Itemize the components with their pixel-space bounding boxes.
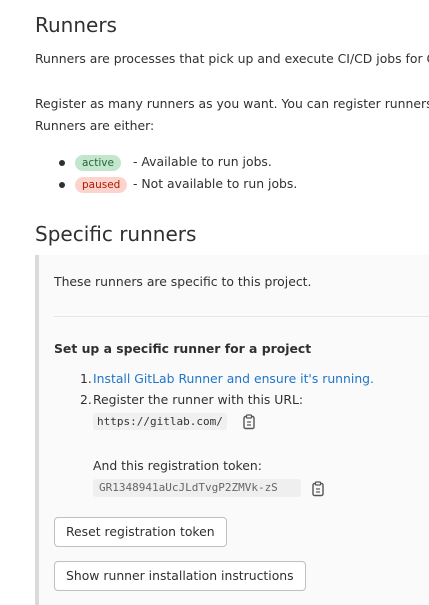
bullet [59,182,65,188]
runners-heading: Runners [35,13,117,37]
panel-description: These runners are specific to this proje… [54,274,312,289]
step-number: 2. [80,392,92,407]
specific-runners-heading: Specific runners [35,222,197,246]
clipboard-icon[interactable] [242,414,256,434]
register-text-line1: Register as many runners as you want. Yo… [35,96,429,111]
install-runner-link[interactable]: Install GitLab Runner and ensure it's ru… [93,371,374,386]
setup-title: Set up a specific runner for a project [54,341,312,356]
show-installation-instructions-button[interactable]: Show runner installation instructions [54,561,306,591]
paused-badge: paused [75,177,128,193]
bullet [59,160,65,166]
paused-description: - Not available to run jobs. [133,176,298,191]
register-step-text: Register the runner with this URL: [93,392,304,407]
token-label: And this registration token: [93,458,262,473]
runners-intro: Runners are processes that pick up and e… [35,51,429,66]
divider [54,316,429,317]
specific-runners-panel [35,255,429,605]
reset-registration-token-button[interactable]: Reset registration token [54,517,227,547]
active-description: - Available to run jobs. [133,154,272,169]
step-number: 1. [80,371,92,386]
register-text-line2: Runners are either: [35,118,155,133]
active-badge: active [75,155,121,171]
runner-url: https://gitlab.com/ [93,413,227,430]
clipboard-icon[interactable] [311,481,325,501]
registration-token: GR1348941aUcJLdTvgP2ZMVk-zS [93,479,301,497]
